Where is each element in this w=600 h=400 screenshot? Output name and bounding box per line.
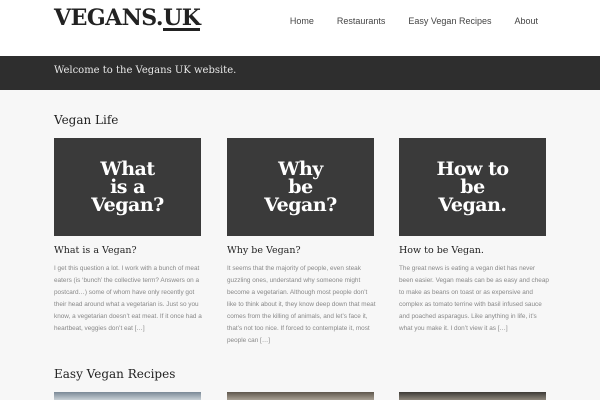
welcome-banner: Welcome to the Vegans UK website.	[0, 56, 600, 90]
post-thumbnail[interactable]: What is a Vegan?	[54, 138, 201, 236]
post-thumbnail[interactable]: Why be Vegan?	[227, 138, 374, 236]
logo-main: VEGANS.	[54, 5, 164, 31]
recipe-thumbnail[interactable]	[227, 392, 374, 400]
post-excerpt: It seems that the majority of people, ev…	[227, 265, 376, 344]
section-title-easy-vegan-recipes: Easy Vegan Recipes	[54, 367, 176, 381]
thumbnail-text: How to be Vegan.	[436, 160, 509, 216]
post-card: What is a Vegan? What is a Vegan? I get …	[54, 138, 202, 335]
post-excerpt: The great news is eating a vegan diet ha…	[399, 265, 549, 332]
nav-item-restaurants[interactable]: Restaurants	[337, 16, 386, 26]
thumbnail-text: Why be Vegan?	[264, 160, 337, 216]
site-logo[interactable]: VEGANS.UK	[54, 5, 201, 31]
logo-tld: UK	[163, 5, 201, 31]
post-title-link[interactable]: Why be Vegan?	[227, 245, 374, 256]
post-title-link[interactable]: How to be Vegan.	[399, 245, 546, 256]
recipe-thumbnail[interactable]	[399, 392, 546, 400]
post-title-link[interactable]: What is a Vegan?	[54, 245, 201, 256]
post-card: Why be Vegan? Why be Vegan? It seems tha…	[227, 138, 376, 347]
welcome-text: Welcome to the Vegans UK website.	[54, 65, 237, 76]
thumbnail-text: What is a Vegan?	[91, 160, 164, 216]
section-title-vegan-life: Vegan Life	[54, 113, 119, 127]
post-thumbnail[interactable]: How to be Vegan.	[399, 138, 546, 236]
post-card: How to be Vegan. How to be Vegan. The gr…	[399, 138, 549, 335]
recipe-thumbnail[interactable]	[54, 392, 201, 400]
thumbnail-line: Vegan?	[264, 194, 337, 216]
nav-item-home[interactable]: Home	[290, 16, 314, 26]
thumbnail-line: Vegan.	[438, 194, 507, 216]
site-header: VEGANS.UK Home Restaurants Easy Vegan Re…	[0, 0, 600, 56]
main-nav: Home Restaurants Easy Vegan Recipes Abou…	[290, 16, 538, 26]
post-excerpt: I get this question a lot. I work with a…	[54, 265, 202, 332]
thumbnail-line: Vegan?	[91, 194, 164, 216]
nav-item-about[interactable]: About	[514, 16, 538, 26]
nav-item-easy-vegan-recipes[interactable]: Easy Vegan Recipes	[408, 16, 491, 26]
